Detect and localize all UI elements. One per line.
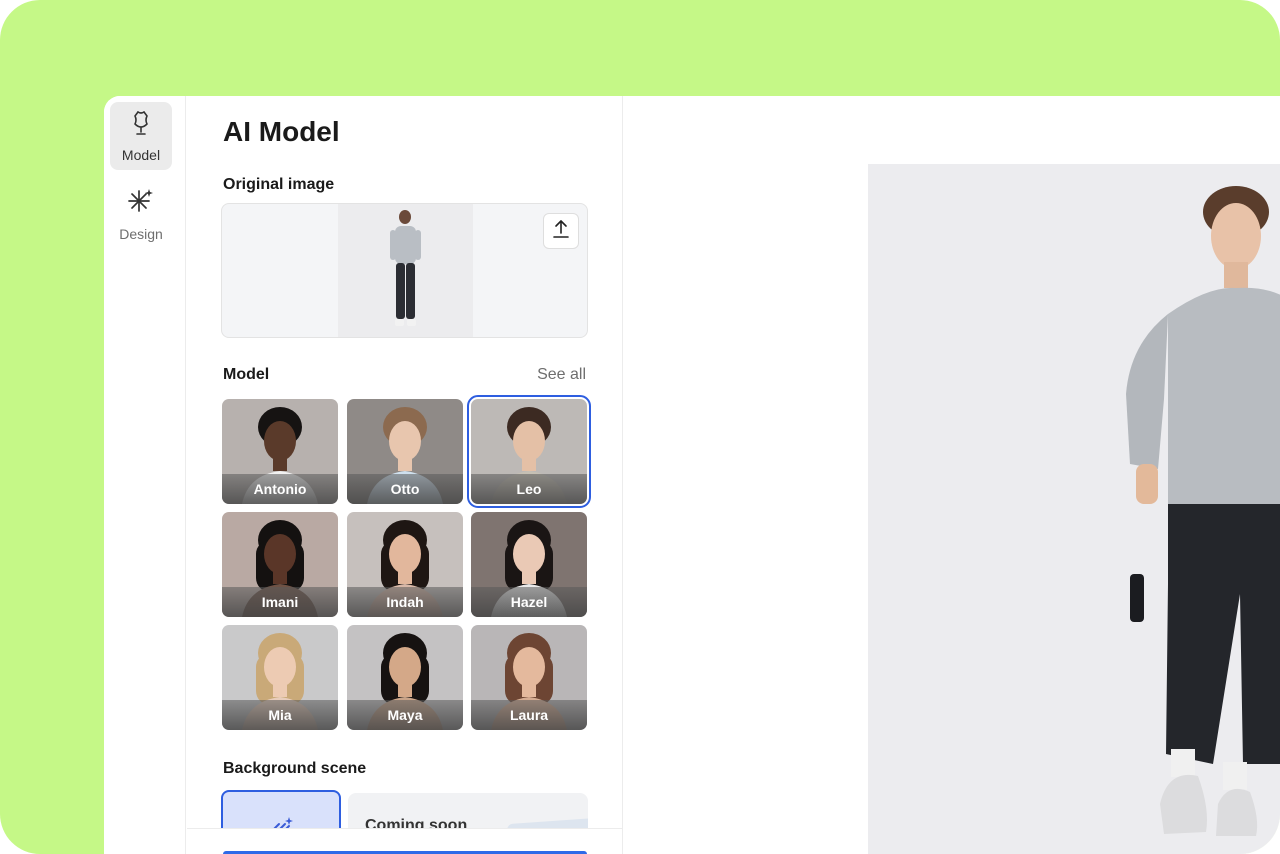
- rail-item-model-label: Model: [121, 146, 161, 163]
- model-card-label: Antonio: [222, 474, 338, 504]
- model-card-label: Maya: [347, 700, 463, 730]
- model-heading: Model: [223, 366, 270, 383]
- dress-form-icon: [130, 110, 152, 141]
- original-image-thumbnail: [338, 204, 473, 337]
- model-card-hazel[interactable]: Hazel: [471, 512, 587, 617]
- model-card-leo[interactable]: Leo: [467, 395, 591, 508]
- panel-footer: [187, 828, 622, 854]
- model-preview-image: [868, 164, 1280, 854]
- model-card-label: Leo: [471, 474, 587, 504]
- rail-item-model[interactable]: Model: [110, 102, 172, 170]
- model-card-label: Imani: [222, 587, 338, 617]
- original-image-dropzone[interactable]: [221, 203, 588, 338]
- upload-icon: [552, 219, 570, 244]
- see-all-link[interactable]: See all: [537, 366, 586, 384]
- model-card-label: Hazel: [471, 587, 587, 617]
- outer-frame: Model Design AI Model Original image Mod…: [0, 0, 1280, 854]
- model-card-indah[interactable]: Indah: [347, 512, 463, 617]
- tool-rail: Model Design: [104, 96, 186, 854]
- rail-item-design[interactable]: Design: [110, 180, 172, 248]
- background-scene-heading: Background scene: [223, 760, 367, 777]
- canvas-area: [624, 96, 1280, 854]
- rail-item-design-label: Design: [119, 225, 163, 242]
- model-card-laura[interactable]: Laura: [471, 625, 587, 730]
- sparkle-wand-icon: [127, 187, 155, 220]
- model-card-mia[interactable]: Mia: [222, 625, 338, 730]
- panel-title: AI Model: [223, 116, 340, 147]
- model-card-label: Laura: [471, 700, 587, 730]
- model-card-label: Indah: [347, 587, 463, 617]
- model-card-maya[interactable]: Maya: [347, 625, 463, 730]
- model-card-otto[interactable]: Otto: [347, 399, 463, 504]
- model-card-antonio[interactable]: Antonio: [222, 399, 338, 504]
- original-image-heading: Original image: [223, 176, 335, 193]
- app-window: Model Design AI Model Original image Mod…: [104, 96, 1280, 854]
- model-card-label: Otto: [347, 474, 463, 504]
- upload-button[interactable]: [543, 213, 579, 249]
- settings-panel: AI Model Original image Model See all An…: [187, 96, 623, 854]
- model-card-label: Mia: [222, 700, 338, 730]
- model-card-imani[interactable]: Imani: [222, 512, 338, 617]
